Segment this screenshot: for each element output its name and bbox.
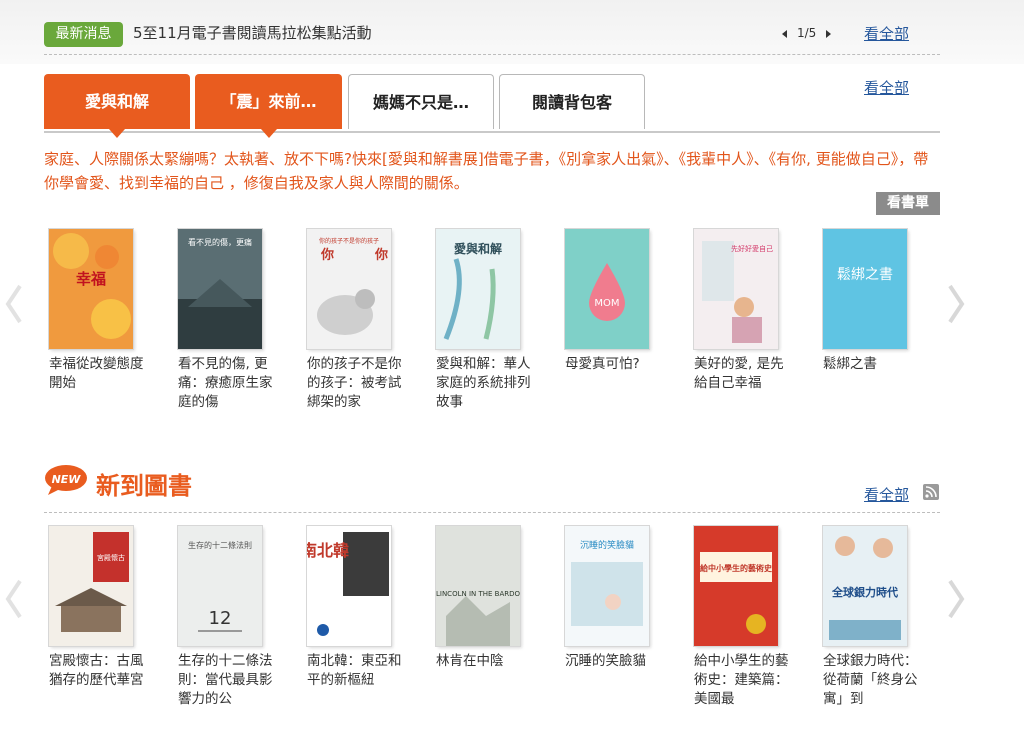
new-shelf-prev-arrow-icon[interactable]	[4, 579, 24, 619]
book-cover[interactable]: 南北韓	[307, 526, 391, 646]
tab-label: 閱讀背包客	[531, 93, 612, 112]
book-title[interactable]: 鬆綁之書	[823, 355, 923, 374]
book-cover[interactable]: 全球銀力時代	[823, 526, 907, 646]
prev-news-icon[interactable]	[782, 29, 787, 38]
book-cover[interactable]: 看不見的傷，更痛	[178, 229, 262, 349]
new-books-see-all-link[interactable]: 看全部	[864, 484, 909, 505]
book-cover[interactable]: 宮殿懷古	[49, 526, 133, 646]
view-list-button[interactable]: 看書單	[876, 192, 940, 215]
book-title[interactable]: 愛與和解：華人家庭的系統排列故事	[436, 355, 536, 412]
svg-text:愛與和解: 愛與和解	[454, 241, 502, 256]
svg-text:MOM: MOM	[594, 298, 619, 309]
book-title[interactable]: 你的孩子不是你的孩子：被考試綁架的家	[307, 355, 407, 412]
new-shelf-next-arrow-icon[interactable]	[946, 579, 966, 619]
shelf-prev-arrow-icon[interactable]	[4, 284, 24, 324]
svg-text:NEW: NEW	[52, 473, 82, 486]
book-cover[interactable]: 你的孩子不是你的孩子 你 你	[307, 229, 391, 349]
book-title[interactable]: 宮殿懷古：古風猶存的歷代華宮	[49, 652, 149, 690]
book-title[interactable]: 生存的十二條法則：當代最具影響力的公	[178, 652, 278, 709]
tab-label: 愛與和解	[84, 92, 149, 111]
tab-love-reconcile[interactable]: 愛與和解	[44, 74, 190, 138]
tab-notch-icon	[260, 129, 277, 138]
book-cover[interactable]: 先好好愛自己	[694, 229, 778, 349]
svg-text:鬆綁之書: 鬆綁之書	[837, 267, 893, 283]
book-title[interactable]: 林肯在中陰	[436, 652, 536, 671]
svg-text:先好好愛自己: 先好好愛自己	[731, 244, 773, 253]
svg-text:你: 你	[320, 247, 334, 263]
book-cover[interactable]: 生存的十二條法則 12	[178, 526, 262, 646]
book-cover[interactable]: 鬆綁之書	[823, 229, 907, 349]
book-title[interactable]: 給中小學生的藝術史：建築篇：美國最	[694, 652, 794, 709]
svg-text:你: 你	[374, 247, 388, 263]
svg-text:看不見的傷，更痛: 看不見的傷，更痛	[188, 237, 252, 247]
svg-text:生存的十二條法則: 生存的十二條法則	[188, 540, 252, 550]
next-news-icon[interactable]	[826, 29, 832, 38]
featured-shelf: 幸福 幸福從改變態度開始 看不見的傷，更痛 看不見的傷, 更痛：療癒原生家庭的傷…	[44, 229, 940, 419]
news-page-indicator: 1/5	[797, 26, 817, 40]
news-badge: 最新消息	[44, 22, 123, 47]
svg-text:全球銀力時代: 全球銀力時代	[831, 585, 898, 599]
news-pager: 1/5	[782, 24, 832, 42]
book-cover[interactable]: 幸福	[49, 229, 133, 349]
new-books-header: NEW 新到圖書 看全部	[44, 464, 940, 513]
new-speech-bubble-icon: NEW	[45, 465, 87, 495]
svg-text:12: 12	[209, 608, 232, 629]
new-books-title: 新到圖書	[96, 472, 192, 500]
rss-feed-icon[interactable]	[923, 484, 939, 500]
svg-text:給中小學生的藝術史: 給中小學生的藝術史	[700, 563, 773, 573]
svg-text:你的孩子不是你的孩子: 你的孩子不是你的孩子	[319, 237, 379, 245]
svg-text:南北韓: 南北韓	[307, 541, 349, 560]
tab-notch-icon	[109, 129, 125, 138]
svg-text:幸福: 幸福	[76, 270, 106, 288]
book-cover[interactable]: MOM	[565, 229, 649, 349]
book-cover[interactable]: 愛與和解	[436, 229, 520, 349]
book-cover[interactable]: 給中小學生的藝術史	[694, 526, 778, 646]
promo-description: 家庭、人際關係太緊繃嗎？太執著、放不下嗎?快來[愛與和解書展]借電子書，《別拿家…	[44, 150, 929, 192]
book-cover[interactable]: 沉睡的笑臉貓	[565, 526, 649, 646]
svg-text:沉睡的笑臉貓: 沉睡的笑臉貓	[580, 539, 634, 551]
book-title[interactable]: 南北韓：東亞和平的新樞紐	[307, 652, 407, 690]
book-title[interactable]: 母愛真可怕?	[565, 355, 665, 374]
tab-earthquake[interactable]: 「震」來前…	[195, 74, 342, 138]
tab-label: 媽媽不只是…	[372, 93, 469, 112]
shelf-next-arrow-icon[interactable]	[946, 284, 966, 324]
tabs-see-all-link[interactable]: 看全部	[864, 77, 909, 98]
tab-label: 「震」來前…	[220, 92, 317, 111]
book-title[interactable]: 幸福從改變態度開始	[49, 355, 149, 393]
svg-text:宮殿懷古: 宮殿懷古	[97, 553, 125, 562]
news-bar: 最新消息 5至11月電子書閱讀馬拉松集點活動 1/5 看全部	[44, 20, 940, 55]
book-title[interactable]: 沉睡的笑臉貓	[565, 652, 665, 671]
tab-mothers[interactable]: 媽媽不只是…	[348, 74, 494, 129]
svg-text:LINCOLN IN THE BARDO: LINCOLN IN THE BARDO	[436, 590, 520, 598]
book-cover[interactable]: LINCOLN IN THE BARDO	[436, 526, 520, 646]
new-books-shelf: 宮殿懷古 宮殿懷古：古風猶存的歷代華宮 生存的十二條法則 12 生存的十二條法則…	[44, 526, 940, 726]
book-title[interactable]: 看不見的傷, 更痛：療癒原生家庭的傷	[178, 355, 278, 412]
book-title[interactable]: 美好的愛, 是先給自己幸福	[694, 355, 794, 393]
theme-tabs: 愛與和解 「震」來前… 媽媽不只是… 閱讀背包客	[44, 74, 940, 138]
book-title[interactable]: 全球銀力時代：從荷蘭「終身公寓」到	[823, 652, 923, 709]
news-headline[interactable]: 5至11月電子書閱讀馬拉松集點活動	[133, 23, 372, 43]
news-see-all-link[interactable]: 看全部	[864, 23, 909, 44]
tab-backpacker[interactable]: 閱讀背包客	[499, 74, 645, 129]
